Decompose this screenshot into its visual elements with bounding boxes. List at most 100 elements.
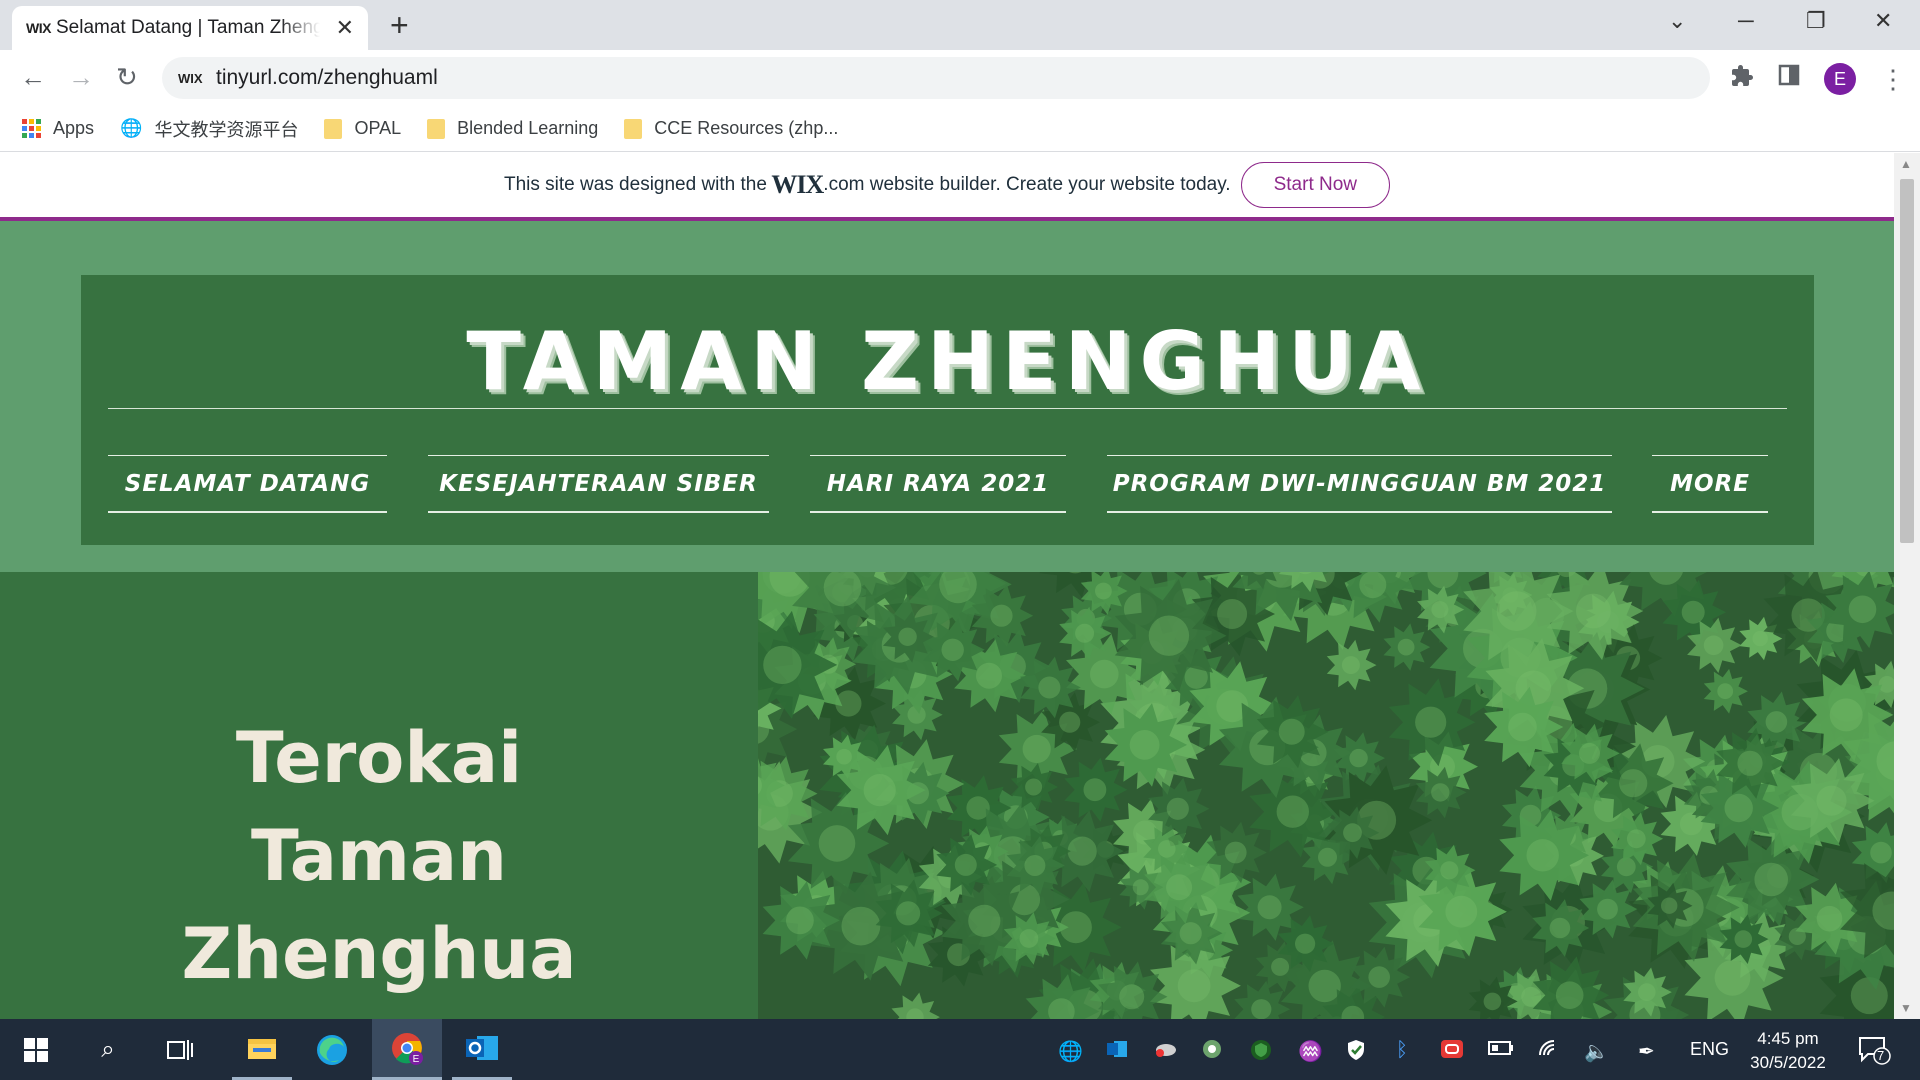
tree-highlight: [1724, 793, 1753, 823]
scrollbar-thumb[interactable]: [1900, 179, 1914, 543]
network-globe-icon[interactable]: 🌐: [1058, 1039, 1083, 1064]
site-title[interactable]: TAMAN ZHENGHUA: [81, 315, 1814, 408]
start-windows-icon[interactable]: [12, 1019, 60, 1080]
meeting-app-icon[interactable]: [1440, 1039, 1464, 1065]
url-text[interactable]: tinyurl.com/zhenghuaml: [216, 66, 438, 90]
nav-item-selamat-datang[interactable]: SELAMAT DATANG: [108, 455, 387, 513]
minimize-button[interactable]: ─: [1738, 8, 1754, 34]
browser-menu-icon[interactable]: ⋮: [1880, 64, 1906, 95]
file-explorer-icon[interactable]: [232, 1019, 292, 1080]
tree-highlight: [1754, 862, 1788, 897]
hero-line: Terokai: [235, 717, 523, 799]
tree-highlight: [1440, 861, 1459, 880]
tree-highlight: [1359, 572, 1387, 599]
bookmark-apps[interactable]: Apps: [22, 118, 94, 139]
security-shield-icon[interactable]: [1250, 1039, 1272, 1067]
profile-avatar[interactable]: E: [1824, 63, 1856, 95]
tree-highlight: [786, 906, 814, 935]
tree-highlight: [1714, 959, 1751, 996]
svg-text:E: E: [413, 1054, 420, 1065]
tree-highlight: [1576, 593, 1611, 629]
tree-highlight: [1703, 635, 1724, 656]
scroll-down-arrow-icon[interactable]: ▼: [1900, 1001, 1912, 1015]
banner-text-before: This site was designed with the: [503, 174, 767, 195]
tree-highlight: [841, 906, 881, 946]
bookmark-label: Blended Learning: [457, 118, 599, 138]
tree-highlight: [1038, 676, 1061, 699]
tree-highlight: [1278, 718, 1305, 745]
tab-close-icon[interactable]: ✕: [336, 15, 354, 41]
tree-highlight: [1397, 638, 1415, 656]
tab-search-chevron-icon[interactable]: ⌄: [1668, 8, 1686, 34]
pen-workspace-icon[interactable]: ✒: [1638, 1039, 1655, 1064]
cloud-sync-icon[interactable]: [1154, 1039, 1178, 1063]
tree-highlight: [1276, 795, 1309, 828]
chrome-browser-icon[interactable]: E: [372, 1019, 442, 1080]
tree-highlight: [1148, 615, 1190, 656]
start-now-button[interactable]: Start Now: [1240, 162, 1391, 208]
battery-icon[interactable]: [1488, 1039, 1514, 1062]
tree-highlight: [1271, 957, 1290, 976]
restore-button[interactable]: ❐: [1806, 8, 1826, 34]
outlook-tray-icon[interactable]: [1106, 1039, 1128, 1065]
bookmark-huawen[interactable]: 🌐 华文教学资源平台: [120, 116, 298, 142]
tree-highlight: [1848, 595, 1877, 624]
bluetooth-icon[interactable]: ᛒ: [1396, 1039, 1408, 1062]
tab-title: Selamat Datang | Taman Zhenghua: [56, 17, 320, 38]
reload-button[interactable]: ↻: [116, 62, 138, 92]
tree-highlight: [1224, 841, 1247, 864]
forward-button[interactable]: →: [68, 62, 94, 92]
system-clock[interactable]: 4:45 pm 30/5/2022: [1740, 1027, 1836, 1075]
extensions-puzzle-icon[interactable]: [1730, 64, 1754, 95]
edge-browser-icon[interactable]: [302, 1019, 362, 1080]
bookmark-opal[interactable]: OPAL: [324, 118, 401, 139]
tree-highlight: [1179, 922, 1202, 945]
browser-tab-active[interactable]: WIX Selamat Datang | Taman Zhenghua ✕: [12, 6, 368, 50]
search-icon[interactable]: ⌕: [84, 1019, 132, 1080]
bookmark-cce-resources[interactable]: CCE Resources (zhp...: [624, 118, 838, 139]
tree-highlight: [1496, 591, 1537, 631]
tree-highlight: [976, 662, 1002, 689]
tree-highlight: [1349, 748, 1368, 768]
folder-icon: [427, 118, 446, 139]
tree-highlight: [1431, 783, 1450, 802]
bookmark-label: CCE Resources (zhp...: [654, 118, 839, 138]
back-button[interactable]: ←: [20, 62, 46, 92]
address-bar[interactable]: WIX tinyurl.com/zhenghuaml: [162, 57, 1710, 99]
tree-highlight: [1526, 839, 1559, 872]
scroll-up-arrow-icon[interactable]: ▲: [1900, 157, 1912, 171]
bookmark-blended-learning[interactable]: Blended Learning: [427, 118, 598, 139]
tree-highlight: [1829, 698, 1863, 732]
bookmarks-bar: Apps 🌐 华文教学资源平台 OPAL Blended Learning CC…: [0, 106, 1920, 152]
page-scrollbar[interactable]: ▲ ▼: [1894, 153, 1920, 1019]
nav-item-more[interactable]: MORE: [1652, 455, 1768, 513]
sharing-icon[interactable]: ♒: [1298, 1039, 1323, 1064]
nav-item-program-dwi-mingguan[interactable]: PROGRAM DWI-MINGGUAN BM 2021: [1107, 455, 1612, 513]
site-info-icon[interactable]: WIX: [178, 71, 216, 86]
outlook-icon[interactable]: [452, 1019, 512, 1080]
bookmark-label: OPAL: [354, 118, 402, 138]
nav-item-hari-raya-2021[interactable]: HARI RAYA 2021: [810, 455, 1066, 513]
notification-center-icon[interactable]: 7: [1858, 1035, 1892, 1071]
tree-highlight: [1816, 785, 1847, 816]
close-window-button[interactable]: ✕: [1874, 8, 1892, 34]
volume-icon[interactable]: 🔈: [1584, 1039, 1609, 1064]
tree-highlight: [941, 638, 964, 661]
notification-count: 7: [1877, 1048, 1885, 1063]
input-language[interactable]: ENG: [1690, 1039, 1729, 1060]
nav-item-kesejahteraan-siber[interactable]: KESEJAHTERAAN SIBER: [428, 455, 769, 513]
tree-highlight: [896, 901, 921, 926]
chrome-tray-icon[interactable]: [1202, 1039, 1222, 1065]
task-view-icon[interactable]: [156, 1019, 204, 1080]
tree-highlight: [1597, 898, 1618, 920]
tree-highlight: [1717, 683, 1734, 700]
new-tab-button[interactable]: +: [390, 9, 409, 41]
wifi-icon[interactable]: [1538, 1039, 1560, 1063]
windows-security-icon[interactable]: [1346, 1039, 1366, 1067]
tree-highlight: [1177, 969, 1211, 1003]
tree-highlight: [836, 748, 852, 765]
wix-promo-banner: This site was designed with the WIX .com…: [0, 153, 1894, 221]
folder-icon: [324, 118, 343, 139]
side-panel-icon[interactable]: [1778, 64, 1800, 93]
tree-highlight: [1025, 778, 1043, 796]
